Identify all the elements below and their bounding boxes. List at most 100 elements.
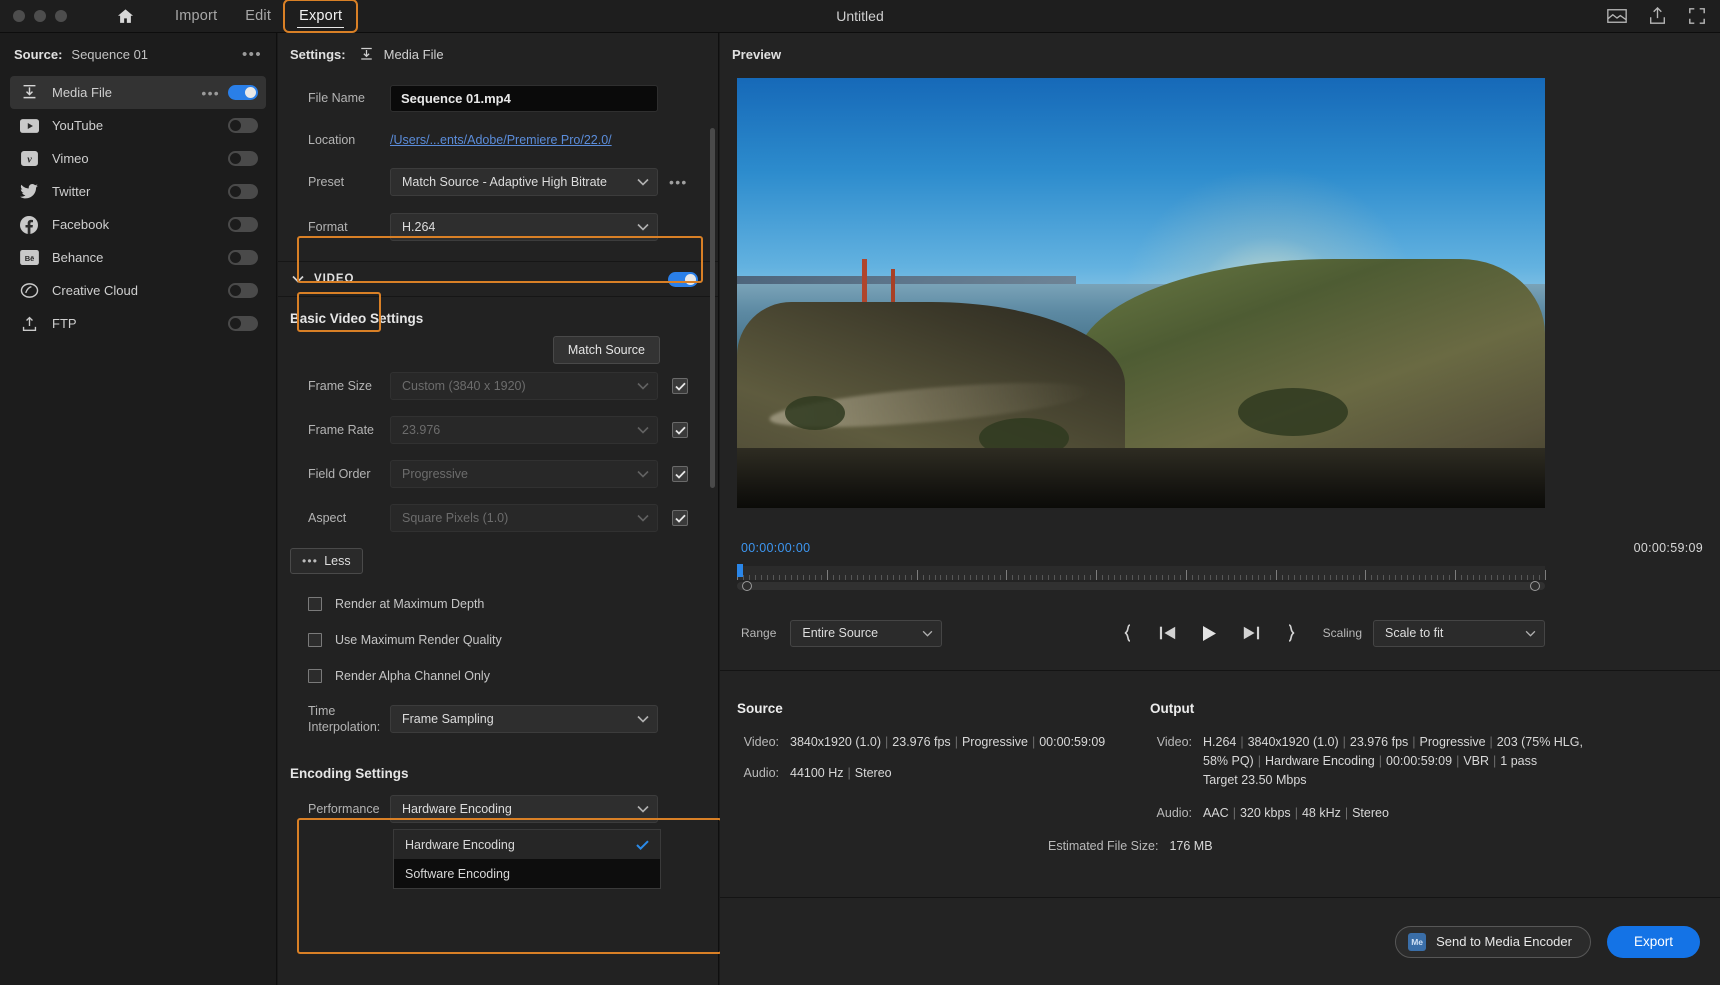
performance-select[interactable]: Hardware Encoding: [390, 795, 658, 823]
source-value[interactable]: Sequence 01: [71, 47, 148, 62]
format-select[interactable]: H.264: [390, 213, 658, 241]
location-link[interactable]: /Users/...ents/Adobe/Premiere Pro/22.0/: [390, 133, 612, 147]
close-window-button[interactable]: [13, 10, 25, 22]
tab-export[interactable]: Export: [287, 3, 354, 29]
sidebar-item-facebook[interactable]: Facebook: [10, 208, 266, 241]
preview-header: Preview: [720, 33, 1720, 76]
range-select[interactable]: Entire Source: [790, 620, 942, 647]
field-order-match-checkbox[interactable]: [672, 466, 688, 482]
behance-toggle[interactable]: [228, 250, 258, 265]
ruler-tick: [1353, 575, 1354, 580]
source-overflow-icon[interactable]: •••: [242, 46, 262, 63]
step-forward-icon[interactable]: [1242, 625, 1260, 641]
sidebar-item-youtube[interactable]: YouTube: [10, 109, 266, 142]
media-file-icon: [18, 83, 40, 103]
frame-size-select[interactable]: Custom (3840 x 1920): [390, 372, 658, 400]
sidebar-item-creative-cloud[interactable]: Creative Cloud: [10, 274, 266, 307]
aspect-select[interactable]: Square Pixels (1.0): [390, 504, 658, 532]
use-max-render-quality-checkbox[interactable]: [308, 633, 322, 647]
ruler-tick: [1282, 575, 1283, 580]
play-icon[interactable]: [1202, 625, 1217, 642]
step-back-icon[interactable]: [1159, 625, 1177, 641]
twitter-toggle[interactable]: [228, 184, 258, 199]
timeline-ruler[interactable]: [737, 566, 1545, 580]
video-section-header[interactable]: VIDEO: [278, 261, 718, 297]
file-name-input[interactable]: Sequence 01.mp4: [390, 85, 658, 112]
timecode-start[interactable]: 00:00:00:00: [741, 541, 810, 555]
settings-scrollbar[interactable]: [710, 128, 715, 488]
set-in-point-icon[interactable]: [1122, 624, 1134, 642]
send-to-media-encoder-button[interactable]: Me Send to Media Encoder: [1395, 926, 1591, 958]
video-preview[interactable]: [737, 78, 1545, 508]
vimeo-toggle[interactable]: [228, 151, 258, 166]
performance-label: Performance: [308, 802, 390, 816]
sidebar-item-behance[interactable]: Bē Behance: [10, 241, 266, 274]
export-button[interactable]: Export: [1607, 926, 1700, 958]
aspect-match-checkbox[interactable]: [672, 510, 688, 526]
screen-capture-icon[interactable]: [1607, 8, 1627, 24]
scrub-track[interactable]: [737, 582, 1545, 590]
ruler-tick: [929, 575, 930, 580]
dropdown-option-software-encoding[interactable]: Software Encoding: [394, 859, 660, 888]
render-max-depth-row[interactable]: Render at Maximum Depth: [278, 586, 718, 622]
playback-controls[interactable]: [1122, 624, 1297, 642]
preset-select[interactable]: Match Source - Adaptive High Bitrate: [390, 168, 658, 196]
ruler-tick: [1222, 575, 1223, 580]
ruler-tick: [1539, 575, 1540, 580]
scaling-select[interactable]: Scale to fit: [1373, 620, 1545, 647]
render-max-depth-checkbox[interactable]: [308, 597, 322, 611]
ruler-tick: [1168, 575, 1169, 580]
performance-dropdown-menu[interactable]: Hardware Encoding Software Encoding: [393, 829, 661, 889]
facebook-toggle[interactable]: [228, 217, 258, 232]
ruler-tick: [743, 575, 744, 580]
creative-cloud-toggle[interactable]: [228, 283, 258, 298]
field-order-select[interactable]: Progressive: [390, 460, 658, 488]
match-source-button[interactable]: Match Source: [553, 336, 660, 364]
video-section-toggle[interactable]: [668, 272, 698, 287]
title-bar-actions[interactable]: [1607, 7, 1706, 25]
preset-overflow-icon[interactable]: •••: [669, 174, 688, 190]
main-nav-tabs[interactable]: Import Edit Export: [163, 3, 354, 29]
destination-list: Media File ••• YouTube v Vimeo: [0, 76, 276, 340]
less-toggle-button[interactable]: ••• Less: [290, 548, 363, 574]
maximize-window-button[interactable]: [55, 10, 67, 22]
ruler-tick: [1515, 575, 1516, 580]
playhead-icon[interactable]: [737, 564, 743, 577]
media-file-toggle[interactable]: [228, 85, 258, 100]
frame-size-match-checkbox[interactable]: [672, 378, 688, 394]
ruler-tick: [1144, 575, 1145, 580]
fullscreen-icon[interactable]: [1688, 7, 1706, 25]
frame-rate-match-checkbox[interactable]: [672, 422, 688, 438]
share-icon[interactable]: [1649, 7, 1666, 25]
minimize-window-button[interactable]: [34, 10, 46, 22]
frame-rate-row: Frame Rate 23.976: [278, 408, 718, 452]
ruler-tick: [1054, 575, 1055, 580]
media-file-overflow-icon[interactable]: •••: [201, 85, 220, 101]
use-max-render-quality-row[interactable]: Use Maximum Render Quality: [278, 622, 718, 658]
tab-import[interactable]: Import: [163, 3, 229, 29]
youtube-toggle[interactable]: [228, 118, 258, 133]
frame-rate-select[interactable]: 23.976: [390, 416, 658, 444]
ruler-tick: [958, 575, 959, 580]
window-controls[interactable]: [13, 10, 67, 22]
set-out-point-icon[interactable]: [1285, 624, 1297, 642]
dropdown-option-hardware-encoding[interactable]: Hardware Encoding: [394, 830, 660, 859]
time-interpolation-select[interactable]: Frame Sampling: [390, 705, 658, 733]
render-alpha-only-checkbox[interactable]: [308, 669, 322, 683]
ftp-toggle[interactable]: [228, 316, 258, 331]
chevron-down-icon: [637, 382, 649, 390]
sidebar-item-twitter[interactable]: Twitter: [10, 175, 266, 208]
tab-edit[interactable]: Edit: [233, 3, 283, 29]
media-encoder-icon: Me: [1408, 933, 1426, 951]
scrub-handle-right[interactable]: [1530, 581, 1540, 591]
sidebar-item-vimeo[interactable]: v Vimeo: [10, 142, 266, 175]
ruler-tick: [1072, 575, 1073, 580]
settings-label: Settings:: [290, 47, 346, 62]
sidebar-item-label: Creative Cloud: [52, 283, 138, 298]
home-icon[interactable]: [112, 3, 138, 29]
timecode-end[interactable]: 00:00:59:09: [1634, 541, 1703, 555]
render-alpha-only-row[interactable]: Render Alpha Channel Only: [278, 658, 718, 694]
sidebar-item-ftp[interactable]: FTP: [10, 307, 266, 340]
scrub-handle-left[interactable]: [742, 581, 752, 591]
sidebar-item-media-file[interactable]: Media File •••: [10, 76, 266, 109]
